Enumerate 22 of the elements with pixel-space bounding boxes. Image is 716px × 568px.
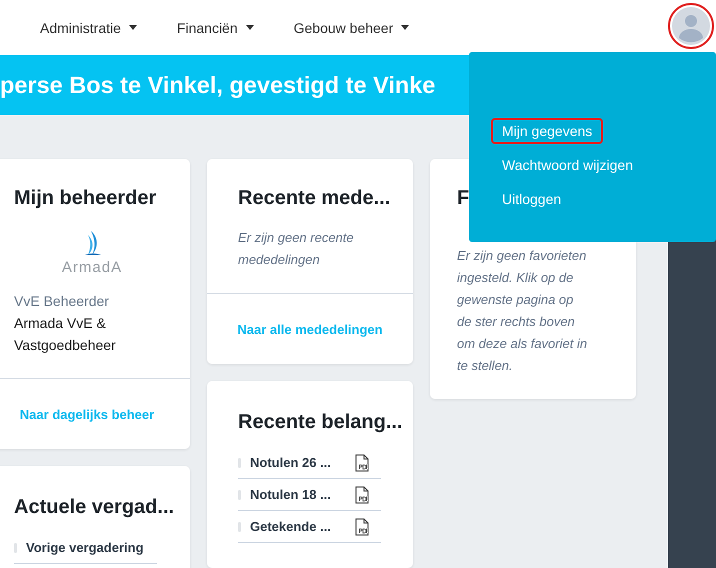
nav-menu[interactable]: Gebouw beheer bbox=[294, 20, 410, 36]
manager-role: VvE Beheerder bbox=[14, 292, 110, 311]
logo-text: ArmadA bbox=[62, 259, 122, 276]
avatar-button[interactable] bbox=[668, 3, 714, 49]
card-title: Recente belang... bbox=[238, 410, 402, 435]
document-link[interactable]: Vorige vergadering bbox=[26, 540, 157, 555]
empty-message: Er zijn geen favorieten ingesteld. Klik op de gewenste pagina op de ster rechts boven om deze als favoriet in te stellen. bbox=[457, 247, 588, 375]
nav-menu[interactable]: Administratie bbox=[40, 20, 137, 36]
document-link[interactable]: Notulen 26 ... bbox=[250, 455, 354, 470]
banner-title: perse Bos te Vinkel, gevestigd te Vinke bbox=[0, 71, 436, 100]
card-title: Recente mede... bbox=[238, 186, 390, 211]
card-title: F bbox=[457, 186, 470, 211]
card-title: Mijn beheerder bbox=[14, 186, 156, 211]
caret-icon bbox=[246, 25, 254, 30]
manager-name: Armada VvE & Vastgoedbeheer bbox=[14, 314, 117, 355]
empty-message: Er zijn geen recente mededelingen bbox=[238, 229, 355, 269]
caret-icon bbox=[128, 25, 137, 30]
caret-icon bbox=[401, 25, 410, 30]
nav-menu[interactable]: Financiën bbox=[176, 20, 254, 36]
document-link[interactable]: Getekende ... bbox=[250, 519, 354, 534]
card-title: Actuele vergad... bbox=[14, 495, 174, 520]
document-link[interactable]: Notulen 18 ... bbox=[250, 487, 354, 502]
